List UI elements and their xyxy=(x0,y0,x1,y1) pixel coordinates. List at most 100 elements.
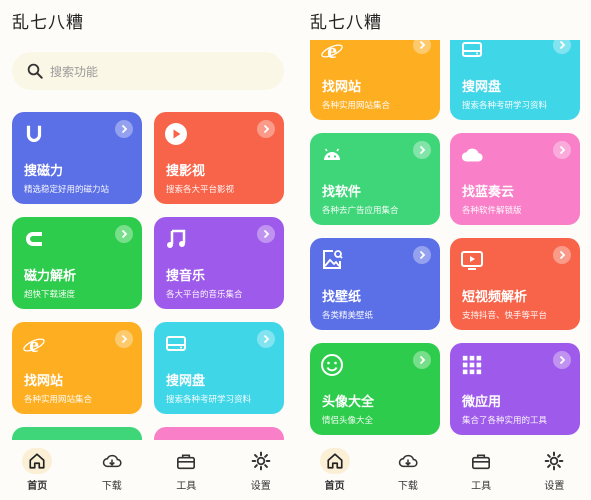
chevron-right-icon xyxy=(257,330,275,348)
card-title: 搜影视 xyxy=(166,164,206,179)
music-note-icon xyxy=(164,227,188,251)
screenshot-stage: 乱七八糟 搜索功能 搜磁力 精选稳定好用的磁力站 搜影视 搜索各大平台影视 磁力… xyxy=(0,0,591,500)
browser-e-icon: e xyxy=(320,38,344,62)
nav-settings[interactable]: 设置 xyxy=(526,448,582,492)
search-placeholder: 搜索功能 xyxy=(50,64,99,79)
drive-icon xyxy=(164,332,188,356)
card-title: 找软件 xyxy=(322,185,362,200)
bottom-nav: 首页 下载 工具 设置 xyxy=(0,440,298,500)
page-title: 乱七八糟 xyxy=(12,13,84,33)
nav-download[interactable]: 下载 xyxy=(380,448,436,492)
chevron-right-icon xyxy=(553,246,571,264)
nav-label: 工具 xyxy=(471,481,492,492)
card-magnet-search[interactable]: 搜磁力 精选稳定好用的磁力站 xyxy=(12,112,142,204)
chevron-right-icon xyxy=(553,141,571,159)
card-desc: 集合了各种实用的工具 xyxy=(462,416,548,426)
home-screen-left: 乱七八糟 搜索功能 搜磁力 精选稳定好用的磁力站 搜影视 搜索各大平台影视 磁力… xyxy=(0,0,298,500)
play-icon xyxy=(164,122,188,146)
chevron-right-icon xyxy=(413,351,431,369)
toolbox-icon xyxy=(466,448,496,474)
tv-icon xyxy=(460,248,484,272)
home-icon xyxy=(22,448,53,474)
card-title: 找网站 xyxy=(24,374,64,389)
settings-gear-icon xyxy=(246,448,276,474)
nav-home[interactable]: 首页 xyxy=(9,448,65,492)
home-icon xyxy=(319,448,350,474)
page-title-overlay: 乱七八糟 xyxy=(310,13,382,33)
card-wallpaper[interactable]: 找壁纸 各类精美壁纸 xyxy=(310,238,440,330)
cloud-download-icon xyxy=(97,448,127,474)
card-title: 搜磁力 xyxy=(24,164,64,179)
card-title: 微应用 xyxy=(462,395,502,410)
nav-tools[interactable]: 工具 xyxy=(453,448,509,492)
nav-label: 工具 xyxy=(176,481,197,492)
card-magnet-parse[interactable]: 磁力解析 超快下载速度 xyxy=(12,217,142,309)
nav-label: 下载 xyxy=(101,481,122,492)
cloud-download-icon xyxy=(393,448,423,474)
card-desc: 各大平台的音乐集合 xyxy=(166,290,243,300)
android-icon xyxy=(320,143,344,167)
card-desc: 搜索各种考研学习资料 xyxy=(166,395,252,405)
nav-download[interactable]: 下载 xyxy=(84,448,140,492)
card-video-search[interactable]: 搜影视 搜索各大平台影视 xyxy=(154,112,284,204)
card-desc: 支持抖音、快手等平台 xyxy=(462,311,548,321)
card-desc: 情侣头像大全 xyxy=(322,416,374,426)
chevron-right-icon xyxy=(553,351,571,369)
card-desc: 精选稳定好用的磁力站 xyxy=(24,185,110,195)
settings-gear-icon xyxy=(539,448,569,474)
card-avatars[interactable]: 头像大全 情侣头像大全 xyxy=(310,343,440,435)
card-desc: 超快下载速度 xyxy=(24,290,76,300)
chevron-right-icon xyxy=(115,225,133,243)
card-find-software[interactable]: 找软件 各种去广告应用集合 xyxy=(310,133,440,225)
card-micro-apps[interactable]: 微应用 集合了各种实用的工具 xyxy=(450,343,580,435)
browser-e-icon: e xyxy=(22,332,46,356)
card-title: 搜网盘 xyxy=(462,80,502,95)
card-find-website[interactable]: e 找网站 各种实用网站集合 xyxy=(310,28,440,120)
card-title: 头像大全 xyxy=(322,395,375,410)
card-cloud-drive-search[interactable]: 搜网盘 搜索各种考研学习资料 xyxy=(154,322,284,414)
nav-tools[interactable]: 工具 xyxy=(158,448,214,492)
svg-text:e: e xyxy=(29,332,39,356)
nav-settings[interactable]: 设置 xyxy=(233,448,289,492)
bottom-nav: 首页 下载 工具 设置 xyxy=(298,440,591,500)
cloud-icon xyxy=(460,143,484,167)
chevron-right-icon xyxy=(115,120,133,138)
card-desc: 各种实用网站集合 xyxy=(24,395,93,405)
toolbox-icon xyxy=(171,448,201,474)
drive-icon xyxy=(460,38,484,62)
card-desc: 各类精美壁纸 xyxy=(322,311,374,321)
chevron-right-icon xyxy=(257,120,275,138)
search-icon xyxy=(27,63,43,79)
chevron-right-icon xyxy=(257,225,275,243)
grid-apps-icon xyxy=(460,353,484,377)
nav-label: 首页 xyxy=(27,481,48,492)
card-desc: 搜索各大平台影视 xyxy=(166,185,235,195)
nav-label: 设置 xyxy=(250,481,271,492)
magnet-u-icon xyxy=(22,122,46,146)
card-music-search[interactable]: 搜音乐 各大平台的音乐集合 xyxy=(154,217,284,309)
svg-text:e: e xyxy=(327,38,337,62)
card-desc: 各种实用网站集合 xyxy=(322,101,391,111)
search-bar[interactable]: 搜索功能 xyxy=(12,52,284,90)
image-search-icon xyxy=(320,248,344,272)
nav-label: 设置 xyxy=(544,481,565,492)
card-short-video-parse[interactable]: 短视频解析 支持抖音、快手等平台 xyxy=(450,238,580,330)
smile-icon xyxy=(320,353,344,377)
chevron-right-icon xyxy=(115,330,133,348)
card-find-website[interactable]: e 找网站 各种实用网站集合 xyxy=(12,322,142,414)
card-cloud-drive-search[interactable]: 搜网盘 搜索各种考研学习资料 xyxy=(450,28,580,120)
card-lanzou[interactable]: 找蓝奏云 各种软件解锁版 xyxy=(450,133,580,225)
card-title: 短视频解析 xyxy=(462,290,528,305)
nav-home[interactable]: 首页 xyxy=(307,448,363,492)
card-title: 磁力解析 xyxy=(24,269,77,284)
card-title: 搜音乐 xyxy=(166,269,206,284)
nav-label: 下载 xyxy=(397,481,418,492)
home-screen-right: 乱七八糟 e 找网站 各种实用网站集合 搜网盘 搜索各种考研学习资料 乱七八糟 xyxy=(298,0,591,500)
chevron-right-icon xyxy=(413,246,431,264)
card-desc: 搜索各种考研学习资料 xyxy=(462,101,548,111)
card-title: 搜网盘 xyxy=(166,374,206,389)
chevron-right-icon xyxy=(413,141,431,159)
card-title: 找壁纸 xyxy=(322,290,362,305)
card-desc: 各种去广告应用集合 xyxy=(322,206,399,216)
nav-label: 首页 xyxy=(324,481,345,492)
